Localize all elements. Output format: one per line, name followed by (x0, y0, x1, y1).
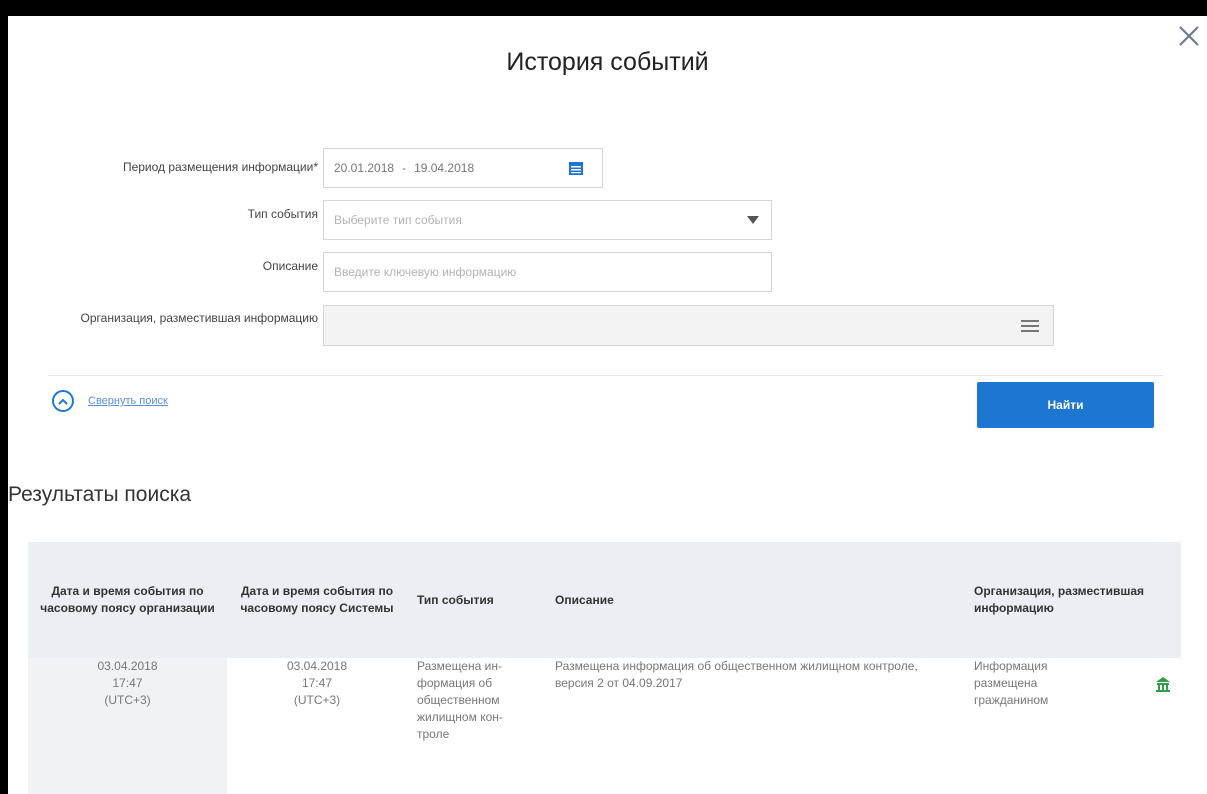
dialog-title: История событий (506, 48, 709, 76)
event-type-label: Тип события (247, 207, 318, 221)
sys-time-zone: (UTC+3) (293, 693, 341, 707)
find-button[interactable]: Найти (977, 382, 1154, 428)
chevron-up-icon[interactable] (52, 390, 74, 412)
sys-time-date: 03.04.2018 (286, 659, 348, 673)
description-input[interactable]: Введите ключевую информацию (323, 252, 772, 292)
list-icon[interactable] (1021, 319, 1039, 333)
sys-time-time: 17:47 (301, 676, 333, 690)
close-icon[interactable] (1175, 22, 1203, 50)
results-table: Дата и время события по часовому поясу о… (28, 542, 1181, 794)
org-time-zone: (UTC+3) (104, 693, 151, 707)
search-divider (48, 375, 1163, 376)
period-from[interactable]: 20.01.2018 (334, 161, 394, 175)
cell-event-type: Размещена ин-формация об общественном жи… (417, 659, 503, 741)
period-to[interactable]: 19.04.2018 (414, 161, 474, 175)
chevron-down-icon[interactable] (747, 216, 759, 224)
collapse-search[interactable]: Свернуть поиск (52, 390, 168, 412)
column-header-sys-time[interactable]: Дата и время события по часовому поясу С… (227, 583, 407, 617)
period-separator: - (402, 161, 407, 175)
event-type-placeholder: Выберите тип события (334, 213, 462, 227)
description-placeholder: Введите ключевую информацию (334, 265, 517, 279)
cell-organization: Информация размещена гражданином (964, 658, 1181, 794)
period-label: Период размещения информации* (122, 160, 318, 174)
table-header: Дата и время события по часовому поясу о… (28, 542, 1181, 658)
column-header-description[interactable]: Описание (545, 592, 964, 609)
table-row[interactable]: 03.04.2018 17:47 (UTC+3) 03.04.2018 17:4… (28, 658, 1181, 794)
collapse-search-link[interactable]: Свернуть поиск (88, 395, 168, 407)
house-icon[interactable] (1155, 676, 1171, 692)
cell-org-time: 03.04.2018 17:47 (UTC+3) (28, 658, 227, 794)
org-time-date: 03.04.2018 (97, 659, 158, 673)
org-time-time: 17:47 (112, 676, 143, 690)
description-label: Описание (262, 259, 318, 273)
organization-label: Организация, разместившая информацию (80, 311, 318, 325)
column-header-event-type[interactable]: Тип события (407, 592, 545, 609)
organization-text: Информация размещена гражданином (974, 659, 1049, 707)
results-heading: Результаты поиска (8, 483, 192, 506)
calendar-icon[interactable] (568, 160, 584, 176)
cell-description: Размещена информация об общественном жил… (555, 659, 918, 690)
column-header-organization[interactable]: Организация, разместившая информацию (964, 583, 1181, 617)
cell-sys-time: 03.04.2018 17:47 (UTC+3) (227, 658, 407, 794)
column-header-org-time[interactable]: Дата и время события по часовому поясу о… (28, 583, 227, 617)
organization-field[interactable] (323, 305, 1054, 346)
event-type-select[interactable]: Выберите тип события (323, 200, 772, 240)
event-history-dialog: История событий Период размещения информ… (8, 16, 1207, 794)
period-field[interactable]: 20.01.2018 - 19.04.2018 (323, 148, 603, 188)
